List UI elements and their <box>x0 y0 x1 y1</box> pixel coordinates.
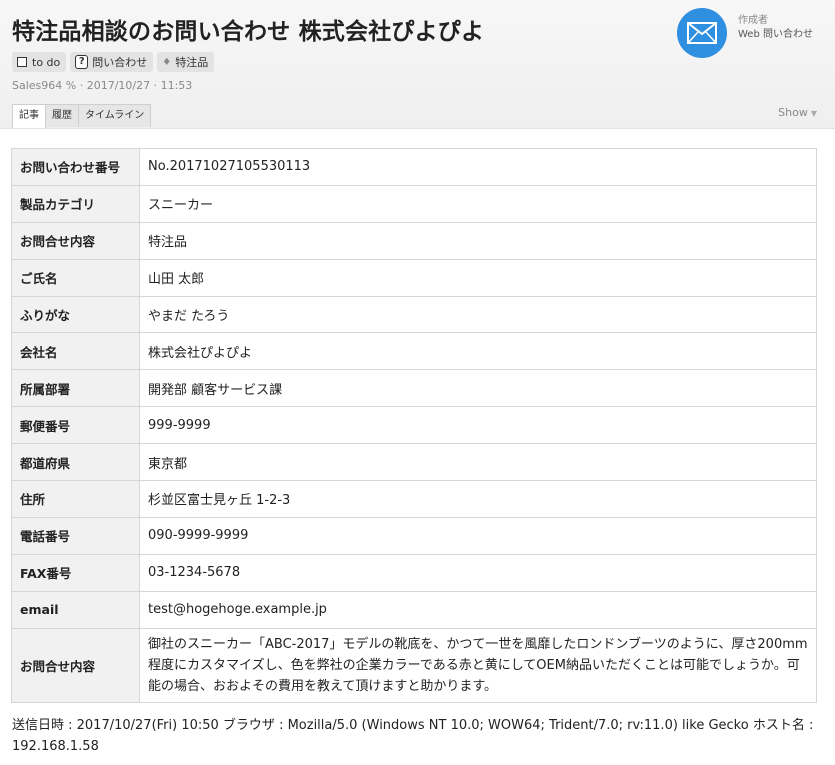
tab-article[interactable]: 記事 <box>12 104 46 128</box>
table-row: 電話番号 090-9999-9999 <box>11 516 817 555</box>
table-row: 住所 杉並区富士見ヶ丘 1-2-3 <box>11 480 817 518</box>
row-label: お問合せ内容 <box>11 221 140 260</box>
tag-inquiry-label: 問い合わせ <box>92 56 148 69</box>
tag-inquiry[interactable]: ? 問い合わせ <box>70 52 154 72</box>
row-label: 会社名 <box>11 332 140 371</box>
row-label: 住所 <box>11 480 140 518</box>
row-label: 所属部署 <box>11 369 140 408</box>
tab-bar: 記事 履歴 タイムライン <box>12 104 152 128</box>
row-value: やまだ たろう <box>139 295 817 334</box>
row-label: ご氏名 <box>11 258 140 297</box>
row-value: 東京都 <box>139 443 817 482</box>
inquiry-table: お問い合わせ番号 No.20171027105530113 製品カテゴリ スニー… <box>11 148 817 703</box>
row-label: 郵便番号 <box>11 406 140 445</box>
tab-history[interactable]: 履歴 <box>45 104 79 127</box>
author-label: 作成者 <box>738 15 768 26</box>
row-value: 杉並区富士見ヶ丘 1-2-3 <box>139 480 817 518</box>
question-icon: ? <box>75 55 89 69</box>
page-header: 特注品相談のお問い合わせ 株式会社ぴよぴよ to do ? 問い合わせ ♦ 特注… <box>0 0 835 129</box>
table-row: FAX番号 03-1234-5678 <box>11 553 817 592</box>
table-row: 所属部署 開発部 顧客サービス課 <box>11 369 817 408</box>
page-title: 特注品相談のお問い合わせ 株式会社ぴよぴよ <box>12 19 485 45</box>
table-row: email test@hogehoge.example.jp <box>11 590 817 629</box>
row-value: No.20171027105530113 <box>139 148 817 186</box>
envelope-icon-graphic <box>687 22 717 44</box>
tag-icon: ♦ <box>162 56 172 68</box>
tag-todo[interactable]: to do <box>12 52 67 72</box>
tag-special-label: 特注品 <box>175 56 209 69</box>
table-row: ふりがな やまだ たろう <box>11 295 817 334</box>
row-value: 999-9999 <box>139 406 817 445</box>
submission-info: 送信日時 : 2017/10/27(Fri) 10:50 ブラウザ : Mozi… <box>12 718 814 754</box>
row-value: 山田 太郎 <box>139 258 817 297</box>
row-value: 03-1234-5678 <box>139 553 817 592</box>
row-label: email <box>11 590 140 629</box>
envelope-icon[interactable] <box>677 8 727 58</box>
show-dropdown[interactable]: Show ▼ <box>778 106 817 119</box>
table-row: お問い合わせ番号 No.20171027105530113 <box>11 148 817 186</box>
tag-special[interactable]: ♦ 特注品 <box>157 52 215 72</box>
row-label: お問い合わせ番号 <box>11 148 140 186</box>
table-row: 会社名 株式会社ぴよぴよ <box>11 332 817 371</box>
show-label: Show <box>778 106 808 119</box>
row-value: スニーカー <box>139 184 817 223</box>
row-value-email: test@hogehoge.example.jp <box>139 590 817 629</box>
row-label: ふりがな <box>11 295 140 334</box>
row-value: 開発部 顧客サービス課 <box>139 369 817 408</box>
table-row: お問合せ内容 御社のスニーカー「ABC-2017」モデルの靴底を、かつて一世を風… <box>11 627 817 703</box>
table-row: 郵便番号 999-9999 <box>11 406 817 445</box>
post-meta: Sales964 % · 2017/10/27 · 11:53 <box>12 79 193 92</box>
table-row: ご氏名 山田 太郎 <box>11 258 817 297</box>
row-value: 株式会社ぴよぴよ <box>139 332 817 371</box>
tag-list: to do ? 問い合わせ ♦ 特注品 <box>12 52 215 72</box>
table-row: 製品カテゴリ スニーカー <box>11 184 817 223</box>
row-label: お問合せ内容 <box>11 627 140 703</box>
row-value: 090-9999-9999 <box>139 516 817 555</box>
checkbox-icon[interactable] <box>17 57 27 67</box>
row-label: 電話番号 <box>11 516 140 555</box>
table-row: お問合せ内容 特注品 <box>11 221 817 260</box>
row-value-message: 御社のスニーカー「ABC-2017」モデルの靴底を、かつて一世を風靡したロンドン… <box>139 627 817 703</box>
row-label: 製品カテゴリ <box>11 184 140 223</box>
tab-timeline[interactable]: タイムライン <box>78 104 152 127</box>
page: 特注品相談のお問い合わせ 株式会社ぴよぴよ to do ? 問い合わせ ♦ 特注… <box>0 0 835 765</box>
table-row: 都道府県 東京都 <box>11 443 817 482</box>
chevron-down-icon: ▼ <box>810 109 817 118</box>
row-value: 特注品 <box>139 221 817 260</box>
author-name[interactable]: Web 問い合わせ <box>738 25 813 40</box>
row-label: FAX番号 <box>11 553 140 592</box>
row-label: 都道府県 <box>11 443 140 482</box>
tag-todo-label: to do <box>32 55 61 69</box>
